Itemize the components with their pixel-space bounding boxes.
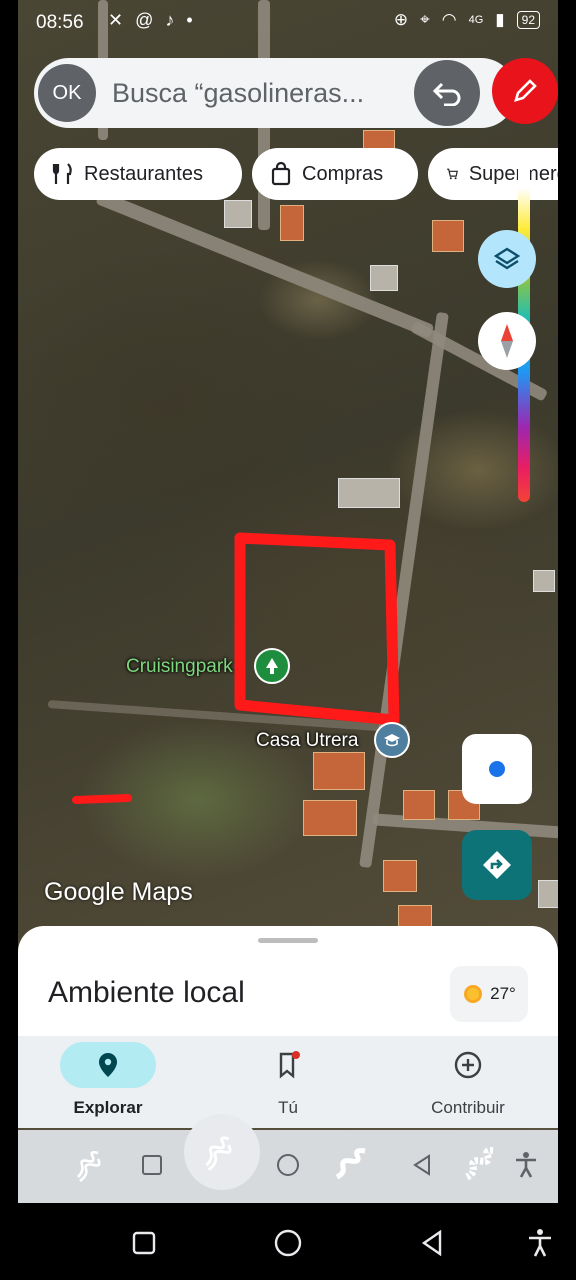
weather-chip[interactable]: 27°	[450, 966, 528, 1022]
phone-screen: Cruisingpark Casa Utrera Google Maps 08:…	[18, 0, 558, 1203]
chip-supermercados[interactable]: Supermercados	[428, 148, 558, 200]
chip-compras[interactable]: Compras	[252, 148, 418, 200]
square-icon[interactable]	[132, 1145, 172, 1185]
sheet-title: Ambiente local	[48, 976, 245, 1009]
directions-button[interactable]	[462, 830, 532, 900]
status-time: 08:56	[36, 12, 84, 33]
search-bar[interactable]: OK Busca “gasolineras...	[34, 58, 516, 128]
bottom-sheet[interactable]: Ambiente local 27°	[18, 926, 558, 1036]
my-location-button[interactable]	[462, 734, 532, 804]
battery-icon: 92	[516, 11, 540, 29]
notification-icons: ✕ @ ♪ •	[108, 10, 193, 31]
nav-label: Explorar	[73, 1098, 143, 1117]
my-location-icon	[484, 756, 510, 782]
square-icon	[132, 1231, 156, 1255]
shopping-bag-icon	[271, 162, 291, 186]
nav-icon-wrap	[420, 1042, 516, 1088]
tree-pin-icon[interactable]	[254, 648, 290, 684]
place-label-cruisingpark[interactable]: Cruisingpark	[126, 656, 233, 678]
overlay-toolbar	[18, 1114, 558, 1203]
pattern-icon[interactable]	[462, 1145, 502, 1185]
wifi-icon: ◠	[441, 10, 457, 29]
back-triangle-icon[interactable]	[402, 1145, 442, 1185]
google-maps-logo: Google Maps	[44, 878, 193, 906]
school-pin-icon[interactable]	[374, 722, 410, 758]
layers-icon	[493, 247, 521, 270]
status-indicators: ⊕ ⌖ ◠ 4G ▮ 92	[394, 10, 540, 30]
signal-icon: ▮	[495, 10, 505, 29]
accessibility-icon[interactable]	[506, 1145, 546, 1185]
dot-icon: •	[186, 10, 193, 30]
circle-icon[interactable]	[268, 1145, 308, 1185]
status-bar: 08:56 ✕ @ ♪ • ⊕ ⌖ ◠ 4G ▮ 92	[18, 0, 558, 44]
accessibility-icon	[529, 1229, 551, 1257]
add-circle-icon: ⊕	[393, 10, 409, 29]
ok-badge[interactable]: OK	[38, 64, 96, 122]
temperature: 27°	[490, 984, 516, 1003]
cart-icon	[447, 168, 458, 180]
compass-icon	[501, 324, 513, 358]
squiggle-icon[interactable]	[72, 1145, 112, 1185]
x-icon: ✕	[108, 10, 124, 30]
add-circle-icon	[454, 1051, 482, 1079]
edit-button[interactable]	[492, 58, 558, 124]
bottom-nav: Explorar Tú Contribuir	[18, 1036, 558, 1128]
home-button[interactable]	[270, 1225, 306, 1261]
back-button[interactable]	[414, 1225, 450, 1261]
nav-label: Contribuir	[431, 1098, 505, 1117]
threads-icon: @	[135, 10, 154, 30]
nav-icon-wrap	[240, 1042, 336, 1088]
sheet-handle[interactable]	[258, 938, 318, 943]
location-pin-icon	[99, 1053, 117, 1077]
nav-explorar[interactable]: Explorar	[18, 1036, 198, 1128]
sun-icon	[464, 985, 483, 1003]
nav-contribuir[interactable]: Contribuir	[378, 1036, 558, 1128]
directions-icon	[483, 851, 511, 879]
recents-button[interactable]	[126, 1225, 162, 1261]
system-nav-bar	[0, 1203, 576, 1280]
back-triangle-icon	[421, 1230, 442, 1256]
bookmark-icon	[279, 1051, 300, 1079]
squiggle-icon[interactable]	[184, 1114, 260, 1190]
squiggle-icon[interactable]	[332, 1145, 372, 1185]
chip-label: Supermercados	[468, 162, 558, 185]
search-input[interactable]: Busca “gasolineras...	[112, 78, 364, 109]
fork-knife-icon	[52, 163, 72, 184]
tiktok-icon: ♪	[165, 10, 175, 30]
network-type: 4G	[468, 14, 484, 26]
place-label-casa-utrera[interactable]: Casa Utrera	[256, 730, 358, 752]
chip-label: Restaurantes	[84, 162, 203, 185]
nav-active-indicator	[60, 1042, 156, 1088]
undo-button[interactable]	[414, 60, 480, 126]
chip-label: Compras	[302, 162, 384, 185]
layers-button[interactable]	[478, 230, 536, 288]
compass-button[interactable]	[478, 312, 536, 370]
circle-icon	[274, 1229, 302, 1257]
pencil-icon	[514, 79, 537, 102]
undo-icon	[432, 82, 461, 106]
accessibility-button[interactable]	[522, 1225, 558, 1261]
location-icon: ⌖	[420, 10, 430, 29]
chip-restaurantes[interactable]: Restaurantes	[34, 148, 242, 200]
